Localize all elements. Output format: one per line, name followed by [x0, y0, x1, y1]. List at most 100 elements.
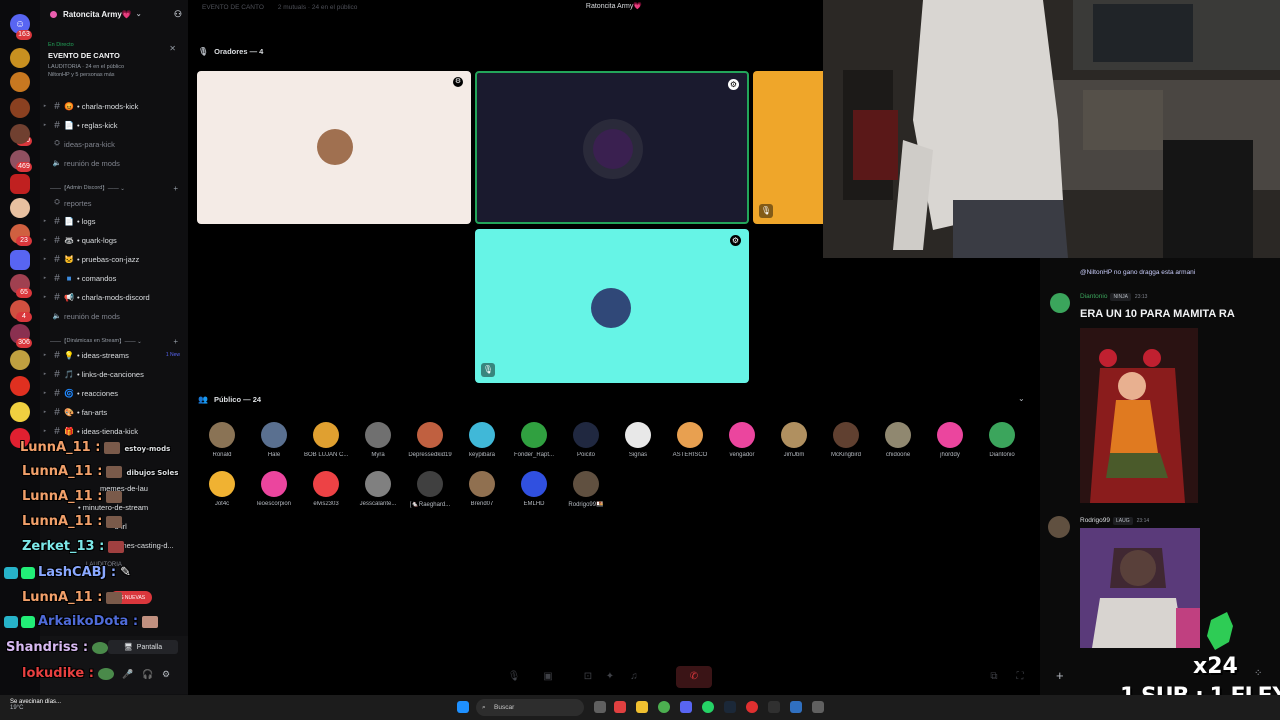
audience-member[interactable]: jhorddy [928, 422, 972, 458]
speaker-tile-active[interactable]: ⚙ [475, 71, 749, 224]
audience-member[interactable]: Fonder_Rapt... [512, 422, 556, 458]
message-author[interactable]: Diantonio NINJA 23:13 [1080, 293, 1147, 301]
camera-icon[interactable]: ▣ [538, 666, 558, 688]
discord-icon[interactable] [680, 701, 692, 713]
overlay-chat-line: LunnA_11 : estoy-mods [20, 440, 171, 455]
weather-widget[interactable]: Se avecinan días... 19°C [10, 699, 61, 711]
audience-member[interactable]: leoescorpion [252, 471, 296, 507]
activities-icon[interactable]: ✦ [600, 666, 620, 688]
category-header[interactable]: ——【 Admin Discord 】—— ⌄ + [40, 182, 188, 194]
channel-item[interactable]: ▸ # 😡 • charla-mods-kick [40, 97, 188, 115]
audience-member[interactable]: BOB LUJAN C... [304, 422, 348, 458]
voice-channel-item[interactable]: 🔈 reunión de mods [40, 307, 188, 325]
audience-member[interactable]: Poicito [564, 422, 608, 458]
channel-item[interactable]: ▸ # 🎵 • links-de-canciones [40, 365, 188, 383]
screen-share-button[interactable]: 🖥 Pantalla [108, 640, 178, 654]
app-icon[interactable] [790, 701, 802, 713]
audience-member[interactable]: Ronald [200, 422, 244, 458]
stage-meta: LAUDITORIA · 24 en el público [48, 64, 125, 70]
audience-member[interactable]: JimJbm [772, 422, 816, 458]
windows-start-icon[interactable] [457, 701, 469, 713]
channel-item[interactable]: ⛭ ideas-para-kick [40, 135, 188, 153]
audience-member[interactable]: vengador [720, 422, 764, 458]
audience-member[interactable]: Jesscalante... [356, 471, 400, 507]
audience-member[interactable]: elvis2303 [304, 471, 348, 507]
message-image[interactable] [1080, 328, 1198, 503]
audience-member[interactable]: Rodrigo99🍱 [564, 471, 608, 508]
audience-member[interactable]: EMLHD [512, 471, 556, 507]
gear-icon[interactable]: ⚙ [162, 669, 170, 680]
server-header[interactable]: Ratoncita Army💗 ⌄ ⚇ [40, 0, 188, 28]
channel-item[interactable]: ▸ # 🐱 • pruebas-con-jazz [40, 250, 188, 268]
close-icon[interactable]: ✕ [169, 44, 176, 53]
microphone-icon[interactable]: 🎙 [504, 666, 524, 688]
task-view-icon[interactable] [594, 701, 606, 713]
server-icon[interactable] [10, 124, 30, 144]
server-icon[interactable] [10, 72, 30, 92]
server-icon[interactable] [10, 198, 30, 218]
popout-icon[interactable]: ⧉ [984, 666, 1004, 688]
channel-item[interactable]: ⛭ reportes [40, 194, 188, 212]
app-icon[interactable] [768, 701, 780, 713]
server-icon[interactable] [10, 48, 30, 68]
speaker-tile[interactable]: ⚙ 🎙 [475, 229, 749, 383]
screen-share-icon[interactable]: ⊡ [578, 666, 598, 688]
audience-member[interactable]: Jot4c [200, 471, 244, 507]
server-icon[interactable] [10, 350, 30, 370]
disconnect-button[interactable]: ✆ [676, 666, 712, 688]
channel-item[interactable]: ▸ # 📄 • reglas-kick [40, 116, 188, 134]
avatar [261, 471, 287, 497]
channel-item[interactable]: ▸ # 💡 • ideas-streams 1 New [40, 346, 188, 364]
chevron-down-icon[interactable]: ⌄ [1018, 394, 1025, 403]
channel-item[interactable]: ▸ # 📢 • charla-mods-discord [40, 288, 188, 306]
channel-item[interactable]: ▸ # 🌀 • reacciones [40, 384, 188, 402]
channel-item[interactable]: ▸ # 📄 • logs [40, 212, 188, 230]
audience-member[interactable]: Depressedkid19 [408, 422, 452, 458]
message-author[interactable]: Rodrigo99 LAUG 23:14 [1080, 517, 1149, 525]
channel-item[interactable]: ▸ # ■ • comandos [40, 269, 188, 287]
new-tag: 1 New [165, 352, 180, 358]
server-icon[interactable] [10, 98, 30, 118]
server-icon[interactable] [10, 174, 30, 194]
fullscreen-icon[interactable]: ⛶ [1010, 666, 1030, 688]
audience-member[interactable]: Myra [356, 422, 400, 458]
server-icon[interactable] [10, 402, 30, 422]
server-icon[interactable] [10, 250, 30, 270]
channel-item[interactable]: ▸ # 🎨 • fan-arts [40, 403, 188, 421]
audience-member[interactable]: [🐁Raeghard... [408, 471, 452, 508]
audience-member[interactable]: ASTERISCO [668, 422, 712, 458]
server-icon[interactable] [10, 376, 30, 396]
voice-channel-item[interactable]: 🔈 reunión de mods [40, 154, 188, 172]
audience-member[interactable]: McKingbird [824, 422, 868, 458]
avatar[interactable] [1050, 293, 1070, 313]
add-member-icon[interactable]: ⚇ [174, 9, 182, 20]
message-image[interactable] [1080, 528, 1200, 648]
audience-member[interactable]: Diantonio [980, 422, 1024, 458]
avatar[interactable] [1048, 516, 1070, 538]
app-icon[interactable] [812, 701, 824, 713]
channel-item[interactable]: ▸ # 🎁 • ideas-tienda-kick [40, 422, 188, 440]
audience-member[interactable]: Hale [252, 422, 296, 458]
soundboard-icon[interactable]: ♫ [624, 666, 644, 688]
audience-member[interactable]: chidoone [876, 422, 920, 458]
app-icon[interactable] [614, 701, 626, 713]
audience-member[interactable]: keypibara [460, 422, 504, 458]
file-explorer-icon[interactable] [636, 701, 648, 713]
microphone-icon[interactable]: 🎤 [122, 669, 133, 680]
whatsapp-icon[interactable] [702, 701, 714, 713]
add-attachment-icon[interactable]: + [1056, 668, 1064, 683]
temperature: 19°C [10, 705, 24, 711]
channel-item[interactable]: ▸ # 🦝 • quark-logs [40, 231, 188, 249]
steam-icon[interactable] [724, 701, 736, 713]
stage-card[interactable]: En Directo EVENTO DE CANTO LAUDITORIA · … [48, 42, 180, 94]
speaker-tile[interactable]: 🎙 [753, 71, 833, 224]
taskbar-search[interactable]: ⌕ Buscar [476, 699, 584, 716]
audience-member-name: elvis2303 [313, 501, 339, 507]
chrome-icon[interactable] [658, 701, 670, 713]
apps-icon[interactable]: ⁘ [1254, 668, 1262, 679]
audience-member[interactable]: Brend07 [460, 471, 504, 507]
audience-member[interactable]: Signas [616, 422, 660, 458]
app-icon[interactable] [746, 701, 758, 713]
speaker-tile[interactable]: ⚙ [197, 71, 471, 224]
headphones-icon[interactable]: 🎧 [142, 669, 153, 680]
